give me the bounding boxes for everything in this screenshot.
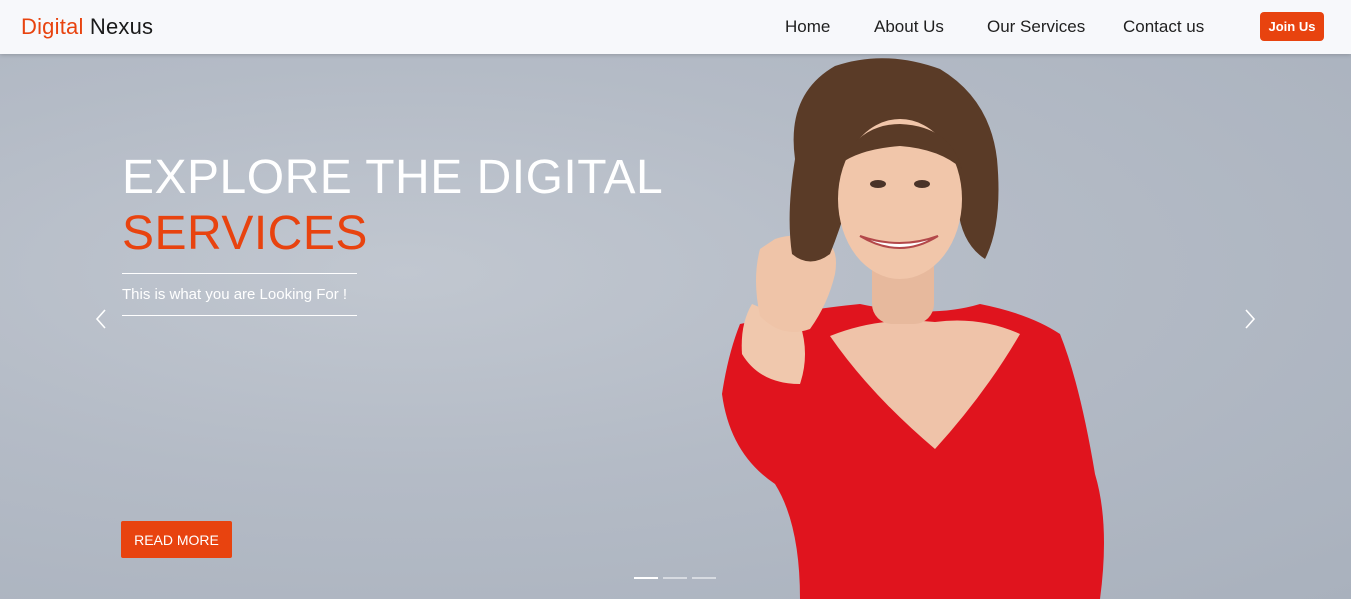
hero-tagline: This is what you are Looking For ! [122, 286, 348, 303]
hero-person-image [722, 58, 1104, 599]
hero-title-line2: SERVICES [122, 207, 368, 260]
carousel-next-button[interactable] [1240, 304, 1260, 334]
navbar: Digital Nexus Home About Us Our Services… [0, 0, 1351, 54]
carousel-indicator[interactable] [663, 577, 687, 579]
chevron-left-icon [95, 309, 106, 329]
hero-title-line1: EXPLORE THE DIGITAL [122, 151, 664, 204]
hero-divider-bottom [122, 315, 357, 316]
chevron-right-icon [1245, 309, 1256, 329]
hero-divider-top [122, 273, 357, 274]
carousel-indicator[interactable] [634, 577, 658, 579]
hero-carousel: EXPLORE THE DIGITAL SERVICES This is wha… [0, 54, 1351, 599]
nav-link-about[interactable]: About Us [874, 17, 944, 37]
nav-link-contact[interactable]: Contact us [1123, 17, 1204, 37]
carousel-indicator[interactable] [692, 577, 716, 579]
carousel-prev-button[interactable] [92, 304, 112, 334]
read-more-button[interactable]: READ MORE [121, 521, 232, 558]
nav-link-home[interactable]: Home [785, 17, 830, 37]
nav-link-services[interactable]: Our Services [987, 17, 1085, 37]
main-nav: Home About Us Our Services Contact us [0, 17, 1351, 39]
join-us-button[interactable]: Join Us [1260, 12, 1324, 41]
